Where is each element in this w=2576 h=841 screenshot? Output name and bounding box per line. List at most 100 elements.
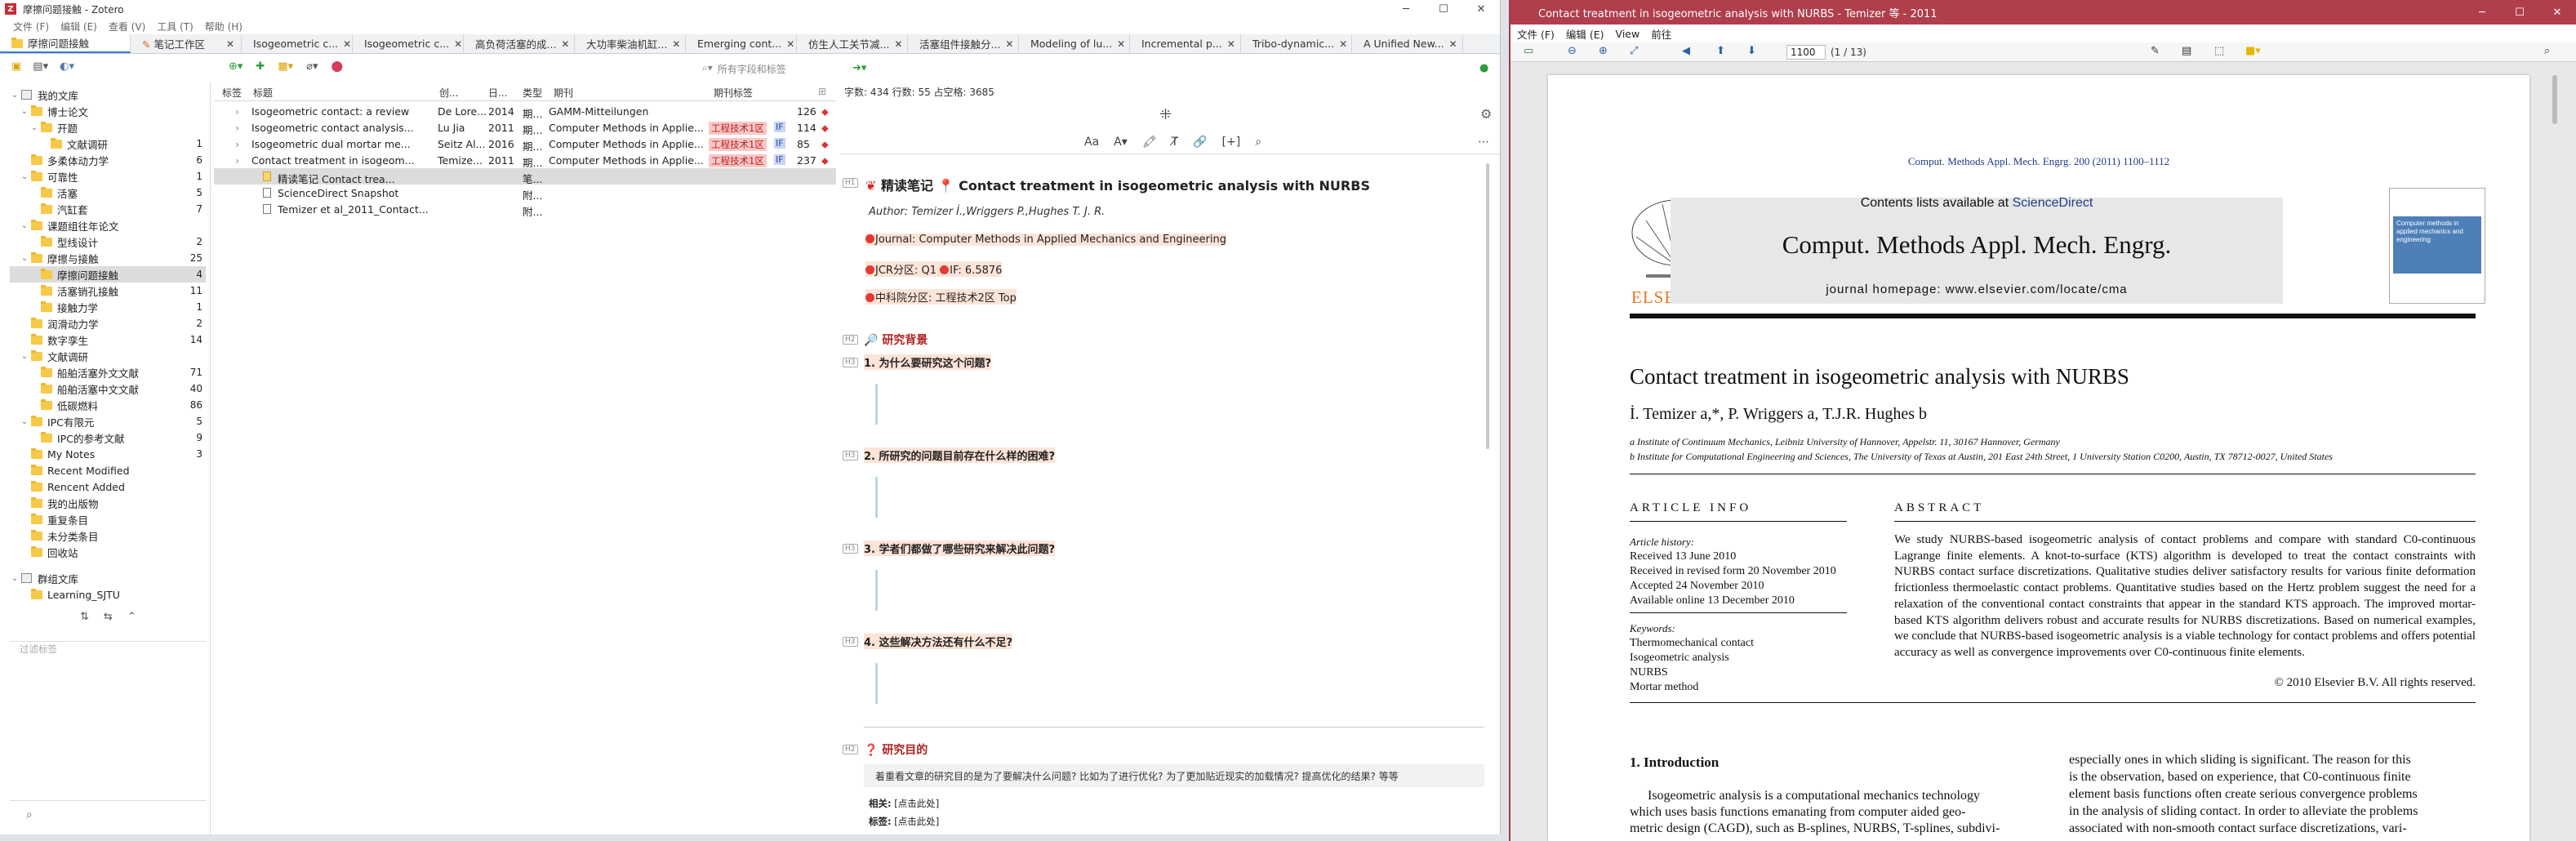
tab-document[interactable]: Tribo-dynamic... ✕: [1241, 34, 1352, 53]
tab-document[interactable]: 高负荷活塞的成... ✕: [464, 34, 575, 53]
close-button[interactable]: ✕: [1462, 0, 1500, 18]
close-tab-icon[interactable]: ✕: [1005, 38, 1013, 50]
collection-item[interactable]: 船舶活塞外文文献 71: [10, 364, 206, 380]
collection-item[interactable]: 润滑动力学 2: [10, 315, 206, 332]
collection-item[interactable]: 我的出版物: [10, 495, 206, 511]
child-item-row[interactable]: 精读笔记 Contact trea... 笔...: [214, 168, 836, 185]
collection-item[interactable]: Recent Modified: [10, 462, 206, 478]
close-tab-icon[interactable]: ✕: [343, 38, 351, 50]
filter-icon[interactable]: ◐▾: [60, 60, 74, 73]
table-row[interactable]: › Isogeometric dual mortar me... Seitz Al.…: [214, 136, 836, 153]
attachment-icon[interactable]: ⌀▾: [306, 60, 318, 73]
page-number-input[interactable]: 1100: [1786, 45, 1826, 60]
tab-document[interactable]: 仿生人工关节减... ✕: [797, 34, 908, 53]
close-tab-icon[interactable]: ✕: [454, 38, 462, 50]
sidebar-toggle-icon[interactable]: ▭: [1524, 45, 1533, 57]
close-tab-icon[interactable]: ✕: [1117, 38, 1125, 50]
column-picker-icon[interactable]: ⊞: [818, 86, 826, 97]
tab-document[interactable]: Incremental p... ✕: [1130, 34, 1241, 53]
collection-item[interactable]: 接触力学 1: [10, 299, 206, 315]
collection-item[interactable]: ⌄ 课题组往年论文: [10, 217, 206, 234]
menu-file[interactable]: 文件 (F): [1517, 26, 1555, 42]
collection-item[interactable]: ⌄ 群组文库: [10, 570, 206, 586]
collection-item[interactable]: 活塞销孔接触 11: [10, 283, 206, 299]
sciencedirect-link[interactable]: ScienceDirect: [2013, 196, 2093, 210]
collection-item[interactable]: IPC的参考文献 9: [10, 429, 206, 446]
citation-icon[interactable]: [+]: [1222, 136, 1241, 149]
clear-format-icon[interactable]: T̸: [1172, 136, 1179, 149]
collection-item[interactable]: ⌄ 可靠性 1: [10, 168, 206, 185]
locate-icon[interactable]: ⬤: [331, 60, 344, 73]
collection-item[interactable]: 摩擦问题接触 4: [10, 266, 206, 283]
collection-item[interactable]: 重复条目: [10, 511, 206, 527]
text-color-icon[interactable]: A▾: [1114, 136, 1128, 149]
collection-item[interactable]: 型线设计 2: [10, 234, 206, 250]
search-input[interactable]: 所有字段和标签: [718, 62, 786, 76]
child-item-row[interactable]: ScienceDirect Snapshot 附...: [214, 185, 836, 202]
collection-item[interactable]: 回收站: [10, 544, 206, 560]
tab-notes-workspace[interactable]: ✎ 笔记工作区 ✕: [131, 34, 242, 53]
close-tab-icon[interactable]: ✕: [894, 38, 902, 50]
search-box[interactable]: ⌕▾ 所有字段和标签: [702, 62, 786, 76]
find-icon[interactable]: ⌕: [1255, 136, 1261, 149]
minimize-button[interactable]: ─: [1387, 0, 1425, 18]
expand-toggle-icon[interactable]: ›: [235, 154, 239, 167]
collection-item[interactable]: Rencent Added: [10, 478, 206, 495]
maximize-button[interactable]: ☐: [1425, 0, 1462, 18]
expand-toggle-icon[interactable]: ›: [235, 138, 239, 150]
menu-edit[interactable]: 编辑 (E): [60, 20, 97, 33]
close-tab-icon[interactable]: ✕: [1339, 38, 1347, 50]
new-note-icon[interactable]: ▦▾: [278, 60, 293, 73]
tags-link[interactable]: [点击此处]: [894, 816, 939, 827]
collection-item[interactable]: My Notes 3: [10, 446, 206, 462]
collection-item[interactable]: ⌄ IPC有限元 5: [10, 413, 206, 429]
highlight-icon[interactable]: 🖍: [1142, 136, 1157, 149]
minimize-button[interactable]: ─: [2463, 3, 2501, 21]
pdf-attachment-icon[interactable]: ⬥: [821, 122, 829, 135]
maximize-button[interactable]: ☐: [2501, 3, 2538, 21]
tab-document[interactable]: 大功率柴油机缸... ✕: [575, 34, 686, 53]
menu-edit[interactable]: 编辑 (E): [1566, 26, 1604, 42]
close-tab-icon[interactable]: ✕: [226, 38, 234, 50]
sync-status-icon[interactable]: ●: [1479, 62, 1488, 74]
tab-document[interactable]: Modeling of lu... ✕: [1019, 34, 1130, 53]
pdf-attachment-icon[interactable]: ⬥: [821, 138, 829, 151]
expand-toggle-icon[interactable]: ⌄: [20, 352, 29, 361]
menu-file[interactable]: 文件 (F): [13, 20, 49, 33]
collection-item[interactable]: Learning_SJTU: [10, 586, 206, 603]
collection-item[interactable]: 数字孪生 14: [10, 332, 206, 348]
expand-toggle-icon[interactable]: ⌄: [29, 123, 39, 132]
expand-toggle-icon[interactable]: ⌄: [20, 254, 29, 263]
collection-item[interactable]: 未分类条目: [10, 527, 206, 544]
tab-library[interactable]: 摩擦问题接触: [0, 34, 131, 53]
library-menu-icon[interactable]: ▤▾: [33, 60, 48, 73]
tag-filter-input[interactable]: 过滤标签: [20, 643, 57, 656]
collapse-icon[interactable]: ⌃: [127, 611, 136, 623]
menu-go[interactable]: 前往: [1651, 26, 1671, 42]
column-type[interactable]: 类型: [523, 86, 542, 100]
zoom-fit-icon[interactable]: ⤢: [1630, 45, 1638, 57]
note-settings-icon[interactable]: ⚙: [1480, 106, 1492, 122]
text-size-icon[interactable]: Aa: [1084, 136, 1099, 149]
table-row[interactable]: › Isogeometric contact analysis... Lu Jia 2…: [214, 119, 836, 136]
close-tab-icon[interactable]: ✕: [561, 38, 569, 50]
close-tab-icon[interactable]: ✕: [1449, 38, 1457, 50]
collection-item[interactable]: ⌄ 文献调研: [10, 348, 206, 364]
close-button[interactable]: ✕: [2538, 3, 2576, 21]
expand-toggle-icon[interactable]: ›: [235, 105, 239, 118]
drag-handle-icon[interactable]: ⁜: [1159, 106, 1172, 123]
more-options-icon[interactable]: ⋯: [1478, 136, 1489, 149]
pdf-attachment-icon[interactable]: ⬥: [821, 105, 829, 118]
collection-item[interactable]: 多柔体动力学 6: [10, 152, 206, 168]
close-tab-icon[interactable]: ✕: [1227, 38, 1235, 50]
tag-options-icon[interactable]: ⇆: [104, 611, 113, 623]
new-collection-icon[interactable]: ▣: [11, 60, 21, 73]
pen-icon[interactable]: ✎: [2151, 45, 2160, 57]
table-row[interactable]: › Contact treatment in isogeom... Temize..…: [214, 152, 836, 169]
sync-icon[interactable]: ➜▾: [852, 62, 866, 74]
column-journal-tags[interactable]: 期刊标签: [714, 86, 753, 100]
tag-search-icon[interactable]: ⌕: [26, 808, 33, 821]
next-page-icon[interactable]: ⬇: [1747, 45, 1756, 57]
previous-page-icon[interactable]: ⬆: [1716, 45, 1725, 57]
expand-toggle-icon[interactable]: ⌄: [10, 574, 20, 583]
